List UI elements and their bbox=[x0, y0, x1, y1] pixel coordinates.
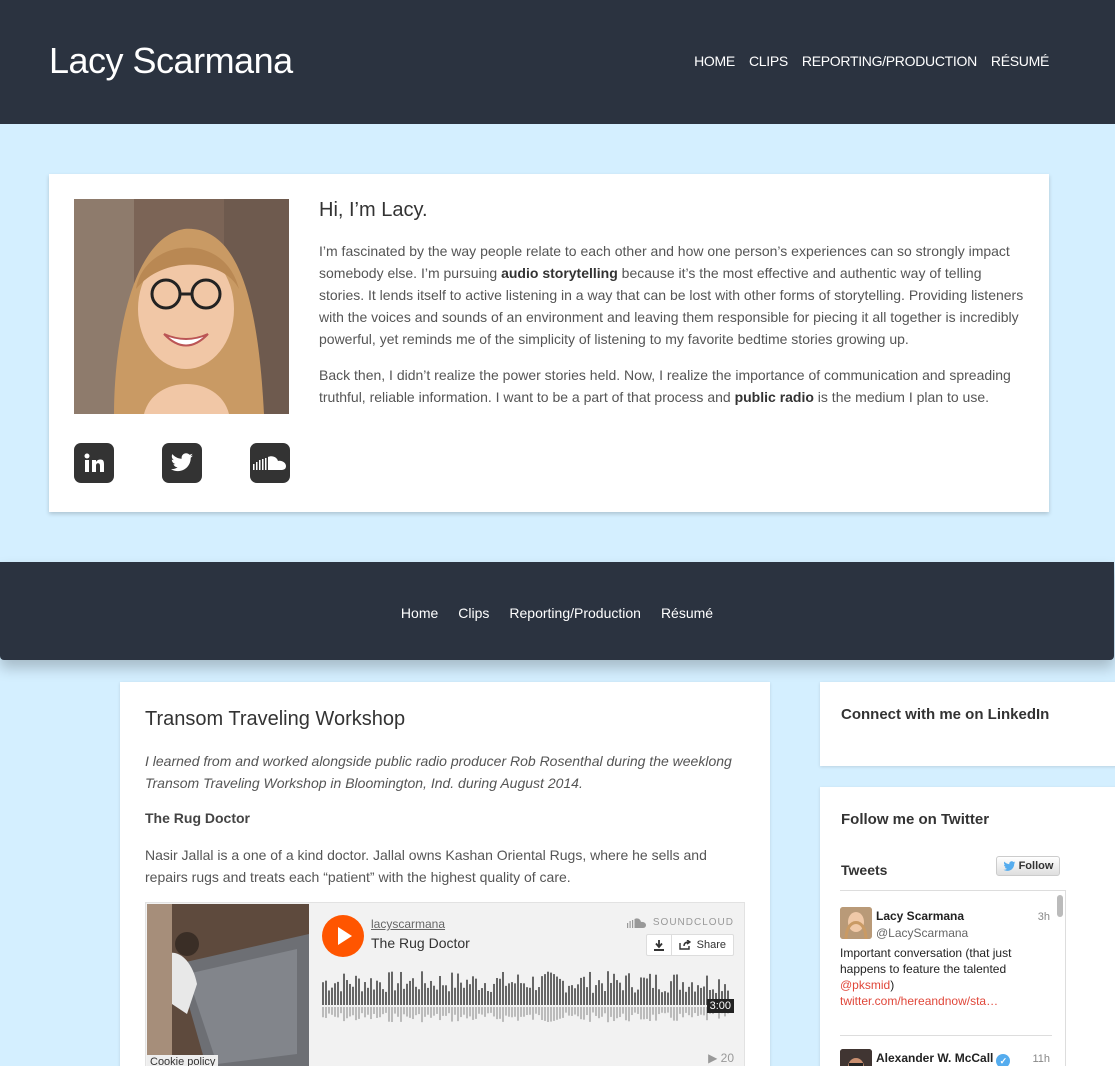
nav-clips[interactable]: Clips bbox=[458, 605, 489, 621]
track-title[interactable]: The Rug Doctor bbox=[371, 935, 470, 951]
profile-photo bbox=[74, 199, 289, 414]
linkedin-widget: Connect with me on LinkedIn bbox=[820, 682, 1115, 766]
waveform[interactable] bbox=[322, 969, 732, 1029]
site-header: Lacy Scarmana HOME CLIPS REPORTING/PRODU… bbox=[0, 0, 1115, 124]
nav-home[interactable]: Home bbox=[401, 605, 438, 621]
uploader-link[interactable]: lacyscarmana bbox=[371, 917, 445, 931]
tweets-label[interactable]: Tweets bbox=[841, 862, 887, 878]
tweet-text: Important conversation (that just happen… bbox=[840, 946, 1012, 1008]
about-text: Hi, I’m Lacy. I’m fascinated by the way … bbox=[319, 199, 1024, 422]
avatar[interactable] bbox=[840, 907, 872, 939]
avatar[interactable] bbox=[840, 1049, 872, 1066]
top-nav-home[interactable]: HOME bbox=[694, 53, 735, 69]
secondary-navbar: Home Clips Reporting/Production Résumé bbox=[0, 562, 1114, 660]
post-title[interactable]: Transom Traveling Workshop bbox=[145, 708, 405, 731]
top-nav-resume[interactable]: RÉSUMÉ bbox=[991, 53, 1049, 69]
track-artwork[interactable]: Cookie policy bbox=[147, 904, 309, 1066]
tweet-author[interactable]: Lacy Scarmana bbox=[876, 909, 964, 923]
soundcloud-logo[interactable]: SOUNDCLOUD bbox=[626, 917, 734, 928]
linkedin-icon[interactable] bbox=[74, 443, 114, 483]
soundcloud-icon[interactable] bbox=[250, 443, 290, 483]
download-button[interactable] bbox=[647, 935, 672, 955]
twitter-bird-icon bbox=[1003, 860, 1016, 871]
follow-button[interactable]: Follow bbox=[996, 856, 1060, 876]
tweet-mention[interactable]: @pksmid bbox=[840, 978, 890, 992]
about-heading: Hi, I’m Lacy. bbox=[319, 199, 428, 221]
play-count: ▶ 20 bbox=[708, 1051, 734, 1065]
site-title[interactable]: Lacy Scarmana bbox=[49, 40, 293, 82]
player-actions: Share bbox=[645, 934, 734, 956]
tweet-scrollbar[interactable] bbox=[1057, 895, 1063, 917]
top-nav-reporting[interactable]: REPORTING/PRODUCTION bbox=[802, 53, 977, 69]
post-card: Transom Traveling Workshop I learned fro… bbox=[120, 682, 770, 1066]
tweet-list[interactable]: Lacy Scarmana @LacyScarmana 3h Important… bbox=[840, 890, 1066, 1066]
top-nav: HOME CLIPS REPORTING/PRODUCTION RÉSUMÉ bbox=[694, 53, 1049, 69]
tweet-handle[interactable]: @LacyScarmana bbox=[876, 926, 968, 940]
about-paragraph-1: I’m fascinated by the way people relate … bbox=[319, 243, 1024, 347]
play-icon bbox=[338, 927, 352, 945]
play-button[interactable] bbox=[322, 915, 364, 957]
about-card: Hi, I’m Lacy. I’m fascinated by the way … bbox=[49, 174, 1049, 512]
download-icon bbox=[653, 939, 664, 951]
share-button[interactable]: Share bbox=[672, 935, 733, 955]
post-subheading: The Rug Doctor bbox=[145, 810, 250, 826]
post-description: Nasir Jallal is a one of a kind doctor. … bbox=[145, 847, 707, 885]
cookie-policy-link[interactable]: Cookie policy bbox=[147, 1055, 219, 1066]
linkedin-heading: Connect with me on LinkedIn bbox=[841, 706, 1050, 723]
nav-resume[interactable]: Résumé bbox=[661, 605, 713, 621]
verified-badge-icon: ✓ bbox=[996, 1054, 1011, 1066]
post-intro: I learned from and worked alongside publ… bbox=[145, 753, 732, 791]
nav-reporting[interactable]: Reporting/Production bbox=[509, 605, 641, 621]
share-icon bbox=[678, 940, 691, 950]
twitter-widget: Follow me on Twitter Tweets Follow Lacy … bbox=[820, 787, 1115, 1066]
top-nav-clips[interactable]: CLIPS bbox=[749, 53, 788, 69]
soundcloud-player: Cookie policy lacyscarmana The Rug Docto… bbox=[145, 902, 745, 1066]
tweet-time[interactable]: 3h bbox=[1038, 911, 1050, 923]
track-duration: 3:00 bbox=[706, 999, 734, 1013]
twitter-icon[interactable] bbox=[162, 443, 202, 483]
tweet-author[interactable]: Alexander W. McCall ✓ bbox=[876, 1051, 1011, 1066]
tweet-link[interactable]: twitter.com/hereandnow/sta… bbox=[840, 994, 998, 1008]
about-paragraph-2: Back then, I didn’t realize the power st… bbox=[319, 367, 1011, 405]
twitter-heading: Follow me on Twitter bbox=[841, 811, 990, 828]
tweet-time[interactable]: 11h bbox=[1032, 1053, 1050, 1065]
